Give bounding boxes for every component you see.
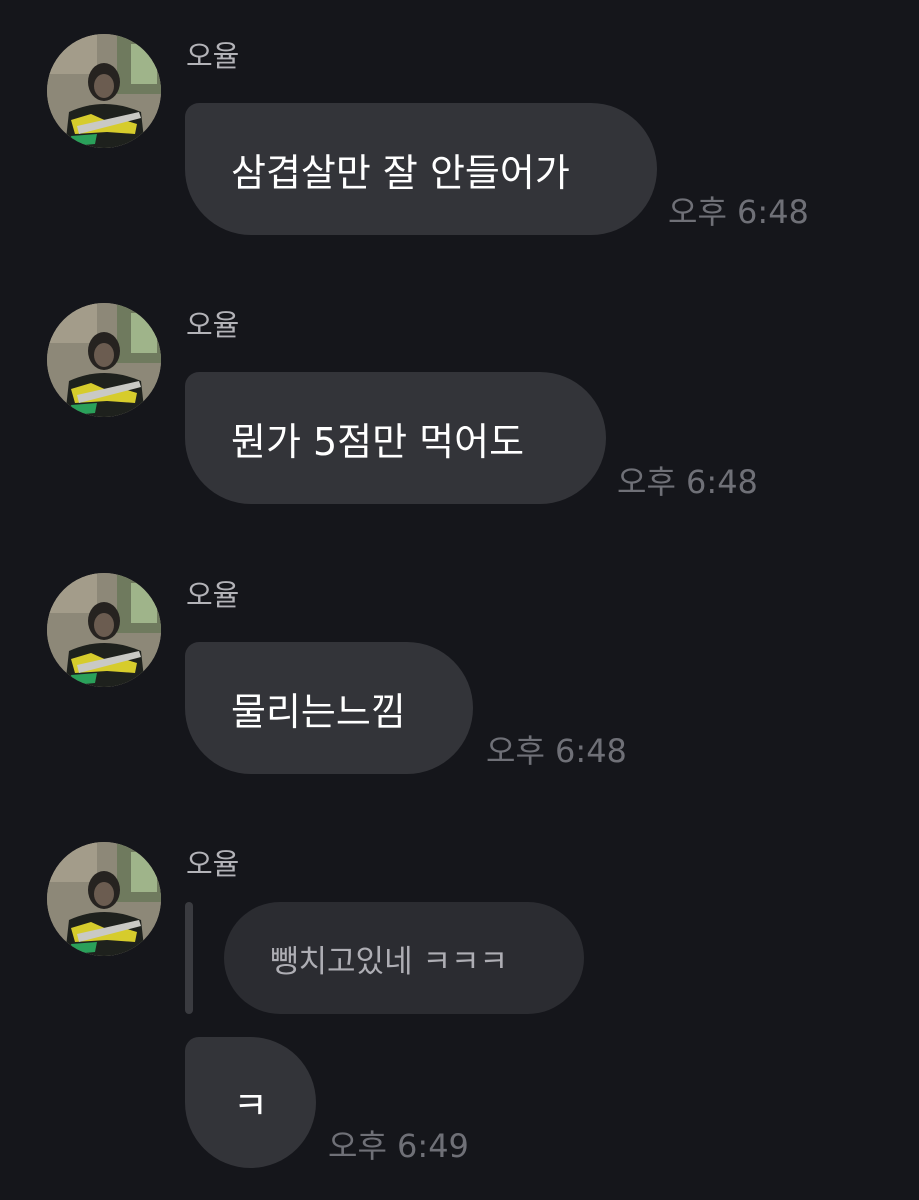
sender-name: 오율 <box>186 578 240 612</box>
message-timestamp: 오후 6:49 <box>328 1127 469 1165</box>
sender-name: 오율 <box>186 308 240 342</box>
quoted-message[interactable]: 뺑치고있네 ㅋㅋㅋ <box>224 902 584 1014</box>
message-text: ㅋ <box>233 1084 268 1128</box>
message-text: 삼겹살만 잘 안들어가 <box>231 150 570 195</box>
message-timestamp: 오후 6:48 <box>617 463 758 501</box>
profile-photo-avatar-icon <box>47 34 161 148</box>
message-timestamp: 오후 6:48 <box>668 193 809 231</box>
sender-name: 오율 <box>186 847 240 881</box>
sender-avatar[interactable] <box>47 34 161 148</box>
message-bubble[interactable]: 뭔가 5점만 먹어도 <box>185 372 606 504</box>
sender-name: 오율 <box>186 39 240 73</box>
message-bubble[interactable]: 삼겹살만 잘 안들어가 <box>185 103 657 235</box>
sender-avatar[interactable] <box>47 842 161 956</box>
reply-quote-bar <box>185 902 193 1014</box>
message-bubble[interactable]: 물리는느낌 <box>185 642 473 774</box>
message-bubble[interactable]: ㅋ <box>185 1037 316 1168</box>
message-timestamp: 오후 6:48 <box>486 732 627 770</box>
message-text: 물리는느낌 <box>231 689 406 734</box>
sender-avatar[interactable] <box>47 303 161 417</box>
message-text: 뭔가 5점만 먹어도 <box>231 419 525 464</box>
quoted-message-text: 뺑치고있네 ㅋㅋㅋ <box>270 943 509 980</box>
profile-photo-avatar-icon <box>47 842 161 956</box>
sender-avatar[interactable] <box>47 573 161 687</box>
profile-photo-avatar-icon <box>47 303 161 417</box>
profile-photo-avatar-icon <box>47 573 161 687</box>
